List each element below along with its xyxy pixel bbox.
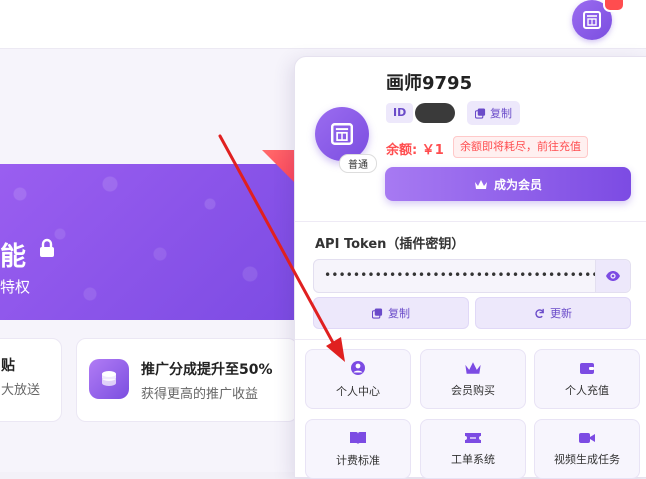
copy-icon (475, 107, 486, 119)
book-icon (350, 431, 366, 444)
feature-card-subtitle: 大放送 (1, 383, 41, 398)
recharge-warning-link[interactable]: 余额即将耗尽，前往充值 (453, 136, 588, 158)
username: 画师9795 (386, 73, 473, 94)
feature-card-title: 推广分成提升至50% (141, 362, 273, 378)
balance-text: 余额: ￥1 (386, 143, 444, 158)
eye-icon (606, 271, 620, 281)
menu-item-label: 个人充值 (565, 383, 609, 397)
menu-item-personal-center[interactable]: 个人中心 (305, 349, 411, 409)
copy-token-button[interactable]: 复制 (313, 297, 469, 329)
menu-item-recharge[interactable]: 个人充值 (534, 349, 640, 409)
notification-badge (603, 0, 625, 12)
copy-token-label: 复制 (388, 307, 410, 320)
top-header (0, 0, 646, 49)
feature-card-promotion[interactable]: 推广分成提升至50% 获得更高的推广收益 (76, 338, 298, 422)
menu-item-label: 计费标准 (336, 453, 380, 467)
ticket-icon (465, 432, 481, 443)
menu-item-vip-purchase[interactable]: 会员购买 (420, 349, 526, 409)
toggle-token-visibility-button[interactable] (595, 260, 630, 292)
menu-item-video-tasks[interactable]: 视频生成任务 (534, 419, 640, 479)
become-vip-button[interactable]: 成为会员 (385, 167, 631, 201)
user-circle-icon (351, 360, 365, 375)
coins-icon (89, 359, 129, 399)
refresh-token-button[interactable]: 更新 (475, 297, 631, 329)
copy-icon (372, 307, 383, 319)
feature-card-title: 贴 (1, 358, 15, 374)
id-label: ID (386, 103, 414, 123)
menu-item-ticket-system[interactable]: 工单系统 (420, 419, 526, 479)
canvas-logo-icon (583, 11, 601, 29)
id-value-masked (415, 103, 455, 123)
member-level-badge: 普通 (339, 154, 377, 173)
api-token-masked-value: •••••••••••••••••••••••••••••••••••••••• (324, 268, 613, 282)
feature-card-left[interactable]: 贴 大放送 (0, 338, 62, 422)
crown-icon (465, 361, 481, 374)
api-token-field[interactable]: •••••••••••••••••••••••••••••••••••••••• (313, 259, 631, 293)
menu-item-label: 会员购买 (451, 383, 495, 397)
refresh-token-label: 更新 (550, 307, 572, 320)
menu-item-label: 工单系统 (451, 452, 495, 466)
copy-id-button[interactable]: 复制 (467, 101, 520, 125)
become-vip-label: 成为会员 (493, 177, 542, 192)
lock-icon (40, 238, 54, 257)
divider (295, 221, 646, 222)
banner-title: 能 (0, 242, 27, 272)
feature-card-subtitle: 获得更高的推广收益 (141, 387, 259, 402)
menu-item-label: 视频生成任务 (554, 452, 620, 466)
refresh-icon (535, 308, 544, 318)
menu-item-label: 个人中心 (336, 384, 380, 398)
user-dropdown-panel: 普通 画师9795 ID 复制 余额: ￥1 余额即将耗尽，前往充值 成为会员 … (294, 56, 646, 479)
user-avatar[interactable] (315, 107, 369, 161)
crown-icon (474, 179, 487, 189)
video-icon (579, 432, 595, 443)
canvas-logo-icon (331, 123, 353, 145)
wallet-icon (580, 362, 594, 374)
copy-id-label: 复制 (490, 107, 512, 120)
api-token-label: API Token（插件密钥） (315, 237, 465, 252)
divider (295, 339, 646, 340)
menu-item-pricing[interactable]: 计费标准 (305, 419, 411, 479)
banner-subtitle: 特权 (0, 278, 31, 296)
